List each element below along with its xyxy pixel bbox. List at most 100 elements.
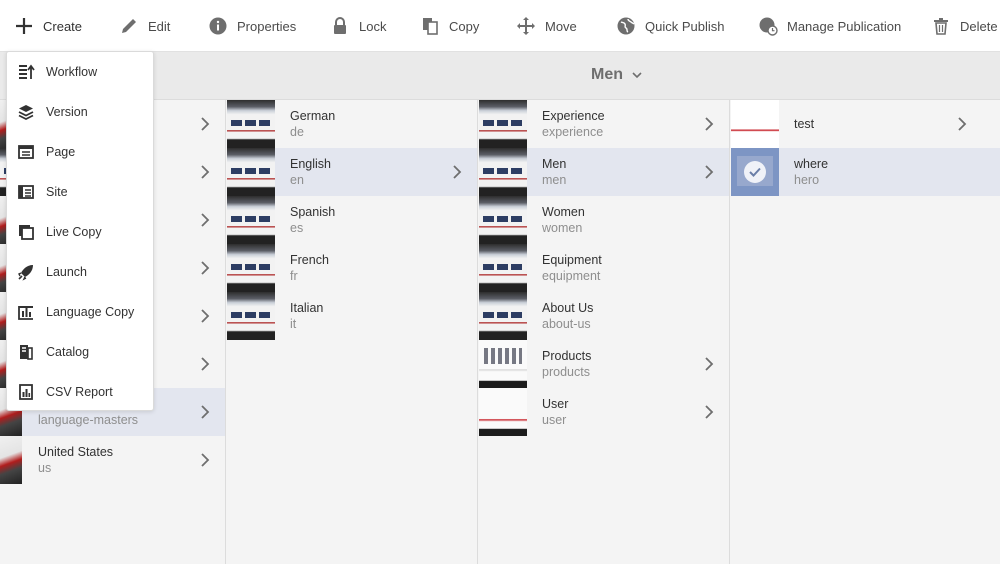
item-title: Experience [542, 109, 605, 123]
lock-label: Lock [359, 18, 387, 34]
chevron-right-icon[interactable] [703, 405, 715, 419]
chevron-right-icon[interactable] [703, 117, 715, 131]
thumbnail [227, 292, 275, 340]
item-name: es [290, 221, 304, 235]
chevron-right-icon[interactable] [199, 117, 211, 131]
chevron-right-icon[interactable] [199, 165, 211, 179]
menu-item-csv-report[interactable]: CSV Report [7, 372, 153, 412]
item-name: products [542, 365, 590, 379]
item-name: men [542, 173, 567, 187]
create-label: Create [43, 18, 83, 34]
csv-report-icon [19, 384, 33, 400]
chevron-right-icon[interactable] [199, 357, 211, 371]
item-title: Equipment [542, 253, 602, 267]
item-name: user [542, 413, 567, 427]
page-icon [18, 145, 34, 159]
move-icon [516, 16, 536, 36]
trash-icon [931, 16, 951, 36]
item-name: language-masters [38, 413, 139, 427]
list-item[interactable]: German de [227, 100, 477, 148]
chevron-right-icon[interactable] [703, 165, 715, 179]
list-item-selected[interactable]: where hero [731, 148, 1000, 196]
move-button[interactable]: Move [516, 0, 577, 52]
thumbnail [479, 388, 527, 436]
thumbnail [479, 292, 527, 340]
menu-item-label: Site [46, 185, 68, 199]
catalog-icon [20, 345, 33, 360]
item-title: About Us [542, 301, 594, 315]
menu-item-language-copy[interactable]: Language Copy [7, 292, 153, 332]
manage-publication-label: Manage Publication [787, 18, 902, 34]
list-item[interactable]: French fr [227, 244, 477, 292]
site-icon [18, 185, 34, 199]
chevron-right-icon[interactable] [199, 261, 211, 275]
workflow-icon [19, 64, 35, 79]
menu-item-site[interactable]: Site [7, 172, 153, 212]
action-bar: Create Edit Properties Lock Copy Move Qu… [0, 0, 1000, 52]
version-icon [18, 105, 34, 121]
menu-item-label: CSV Report [46, 385, 113, 399]
list-item[interactable]: About Us about-us [479, 292, 729, 340]
menu-item-version[interactable]: Version [7, 92, 153, 132]
chevron-right-icon[interactable] [199, 453, 211, 467]
menu-item-launch[interactable]: Launch [7, 252, 153, 292]
copy-button[interactable]: Copy [420, 0, 479, 52]
menu-item-page[interactable]: Page [7, 132, 153, 172]
list-item[interactable]: test [731, 100, 1000, 148]
menu-item-catalog[interactable]: Catalog [7, 332, 153, 372]
chevron-right-icon[interactable] [199, 405, 211, 419]
thumbnail [227, 196, 275, 244]
chevron-right-icon[interactable] [199, 213, 211, 227]
list-item[interactable]: Spanish es [227, 196, 477, 244]
item-title: Women [542, 205, 585, 219]
create-button[interactable]: Create [14, 0, 82, 52]
page-title-text: Men [591, 66, 623, 83]
chevron-down-icon [632, 72, 642, 79]
chevron-right-icon[interactable] [703, 357, 715, 371]
properties-button[interactable]: Properties [208, 0, 296, 52]
item-title: Men [542, 157, 567, 171]
menu-item-live-copy[interactable]: Live Copy [7, 212, 153, 252]
thumbnail [479, 244, 527, 292]
list-item[interactable]: User user [479, 388, 729, 436]
list-item[interactable]: United States us [0, 436, 225, 484]
list-item[interactable]: Men men [479, 148, 729, 196]
checkmark-icon[interactable] [744, 161, 766, 183]
language-copy-icon [18, 306, 33, 320]
move-label: Move [545, 18, 577, 34]
thumbnail [479, 340, 527, 388]
quick-publish-button[interactable]: Quick Publish [616, 0, 724, 52]
page-title[interactable]: Men [591, 66, 643, 84]
item-name: women [542, 221, 583, 235]
list-item[interactable]: Products products [479, 340, 729, 388]
thumbnail [227, 100, 275, 148]
delete-button[interactable]: Delete [931, 0, 998, 52]
live-copy-icon [19, 225, 34, 240]
lock-button[interactable]: Lock [330, 0, 386, 52]
list-item[interactable]: Experience experience [479, 100, 729, 148]
globe-icon [616, 16, 636, 36]
item-name: hero [794, 173, 820, 187]
list-item[interactable]: Women women [479, 196, 729, 244]
thumbnail [731, 148, 779, 196]
item-name: about-us [542, 317, 591, 331]
thumbnail [731, 100, 779, 148]
item-name: de [290, 125, 304, 139]
item-title: test [794, 117, 815, 131]
column-men: test where hero [731, 100, 1000, 564]
item-name: en [290, 173, 304, 187]
list-item[interactable]: Equipment equipment [479, 244, 729, 292]
properties-label: Properties [237, 18, 297, 34]
list-item[interactable]: English en [227, 148, 477, 196]
chevron-right-icon[interactable] [956, 117, 968, 131]
thumbnail [479, 196, 527, 244]
list-item[interactable]: Italian it [227, 292, 477, 340]
copy-label: Copy [449, 18, 480, 34]
chevron-right-icon[interactable] [199, 309, 211, 323]
thumbnail [479, 100, 527, 148]
edit-button[interactable]: Edit [119, 0, 170, 52]
item-name: fr [290, 269, 298, 283]
menu-item-workflow[interactable]: Workflow [7, 52, 153, 92]
manage-publication-button[interactable]: Manage Publication [758, 0, 901, 52]
chevron-right-icon[interactable] [451, 165, 463, 179]
